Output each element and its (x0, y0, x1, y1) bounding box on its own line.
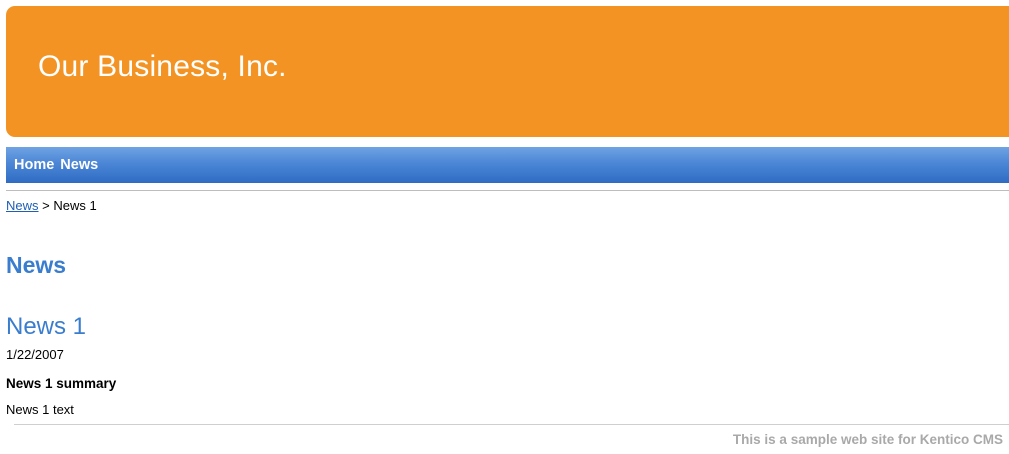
article-title: News 1 (6, 313, 87, 340)
article-date: 1/22/2007 (6, 347, 64, 362)
page: Our Business, Inc. Home News News > News… (0, 0, 1009, 454)
breadcrumb: News > News 1 (6, 198, 97, 213)
nav-item-news[interactable]: News (60, 157, 98, 173)
breadcrumb-current: News 1 (53, 198, 97, 213)
breadcrumb-separator: > (38, 198, 54, 213)
nav-item-home[interactable]: Home (14, 157, 54, 173)
site-header: Our Business, Inc. (6, 6, 1009, 137)
footer-text: This is a sample web site for Kentico CM… (732, 432, 1003, 447)
main-navigation: Home News (6, 147, 1009, 183)
article-text: News 1 text (6, 402, 74, 417)
header-divider (6, 190, 1009, 191)
breadcrumb-link-news[interactable]: News (6, 198, 39, 213)
article-summary: News 1 summary (6, 376, 117, 391)
page-title: News (6, 252, 67, 278)
footer-divider (14, 424, 1009, 425)
site-title: Our Business, Inc. (38, 50, 287, 83)
